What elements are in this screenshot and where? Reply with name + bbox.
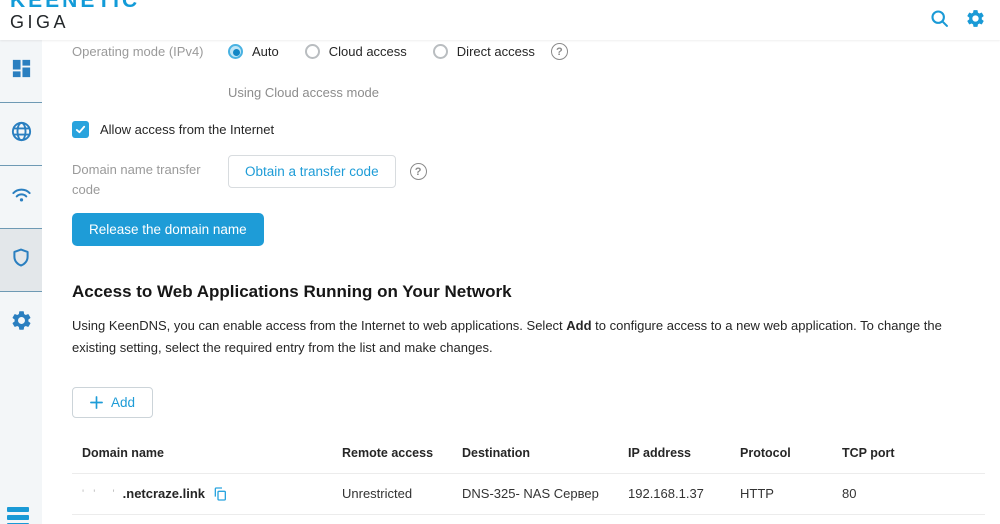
help-icon[interactable]: ? xyxy=(551,43,568,60)
search-icon[interactable] xyxy=(928,7,950,29)
protocol-cell: HTTP xyxy=(730,514,832,524)
column-header-destination: Destination xyxy=(452,434,618,474)
shield-icon xyxy=(10,247,32,274)
radio-direct-access[interactable]: Direct access xyxy=(433,44,535,59)
transfer-code-row: Domain name transfer code Obtain a trans… xyxy=(72,155,985,200)
topbar-actions xyxy=(928,7,986,29)
mode-status-text: Using Cloud access mode xyxy=(228,85,985,100)
radio-cloud-access[interactable]: Cloud access xyxy=(305,44,407,59)
destination-cell: DNS-325- NAS Сервер xyxy=(452,473,618,514)
allow-access-label: Allow access from the Internet xyxy=(100,122,274,137)
allow-access-checkbox-row[interactable]: Allow access from the Internet xyxy=(72,121,985,138)
main-content: Operating mode (IPv4) Auto Cloud access … xyxy=(42,40,1000,524)
column-header-protocol: Protocol xyxy=(730,434,832,474)
webapps-description: Using KeenDNS, you can enable access fro… xyxy=(72,315,985,359)
operating-mode-row: Operating mode (IPv4) Auto Cloud access … xyxy=(72,42,985,62)
ip-address-cell: 192.168.1.37 xyxy=(618,473,730,514)
remote-access-cell: Unrestricted xyxy=(332,473,452,514)
webapps-table: Domain name Remote access Destination IP… xyxy=(72,434,985,524)
operating-mode-label: Operating mode (IPv4) xyxy=(72,42,228,62)
column-header-remote-access: Remote access xyxy=(332,434,452,474)
sidebar-item-internet[interactable] xyxy=(0,102,42,165)
radio-direct-circle[interactable] xyxy=(433,44,448,59)
radio-cloud-circle[interactable] xyxy=(305,44,320,59)
gear-icon[interactable] xyxy=(964,7,986,29)
logo-brand: KEENETIC xyxy=(10,0,140,11)
sidebar-item-security[interactable] xyxy=(0,228,42,291)
tcp-port-cell: 80 xyxy=(832,473,985,514)
sidebar-nav xyxy=(0,40,42,524)
checkbox-checked-icon[interactable] xyxy=(72,121,89,138)
wifi-icon xyxy=(10,183,33,211)
plus-icon xyxy=(90,396,103,409)
radio-auto-label: Auto xyxy=(252,44,279,59)
sidebar-item-dashboard[interactable] xyxy=(0,40,42,102)
globe-icon xyxy=(10,120,33,148)
column-header-domain: Domain name xyxy=(72,434,332,474)
sidebar-spacer xyxy=(0,354,42,524)
remote-access-cell: Unrestricted xyxy=(332,514,452,524)
tcp-port-cell: 80 xyxy=(832,514,985,524)
help-icon[interactable]: ? xyxy=(410,163,427,180)
add-button[interactable]: Add xyxy=(72,387,153,418)
column-header-ip-address: IP address xyxy=(618,434,730,474)
radio-direct-label: Direct access xyxy=(457,44,535,59)
table-header-row: Domain name Remote access Destination IP… xyxy=(72,434,985,474)
transfer-code-label: Domain name transfer code xyxy=(72,155,228,200)
destination-cell: server - Home network xyxy=(452,514,618,524)
column-header-tcp-port: TCP port xyxy=(832,434,985,474)
sidebar-item-wifi[interactable] xyxy=(0,165,42,228)
protocol-cell: HTTP xyxy=(730,473,832,514)
redacted-domain-prefix: ' ' ' xyxy=(82,488,116,500)
ip-address-cell: 192.168.1.128 xyxy=(618,514,730,524)
radio-auto[interactable]: Auto xyxy=(228,44,279,59)
description-text: Using KeenDNS, you can enable access fro… xyxy=(72,318,566,333)
description-bold-add: Add xyxy=(566,318,591,333)
radio-cloud-label: Cloud access xyxy=(329,44,407,59)
add-button-label: Add xyxy=(111,395,135,410)
router-admin-page: KEENETIC GIGA xyxy=(0,0,1000,524)
release-domain-button[interactable]: Release the domain name xyxy=(72,213,264,246)
domain-name: .netcraze.link xyxy=(123,486,205,501)
table-row[interactable]: ' ' ' .netcraze.link Unrestricted DNS-32… xyxy=(72,473,985,514)
sidebar-item-settings[interactable] xyxy=(0,291,42,354)
keenetic-logo: KEENETIC GIGA xyxy=(10,0,140,31)
table-row[interactable]: · ·· · · d.netcraze.link Unrestricted se… xyxy=(72,514,985,524)
top-bar: KEENETIC GIGA xyxy=(0,0,1000,40)
menu-icon[interactable] xyxy=(7,507,29,524)
obtain-transfer-code-button[interactable]: Obtain a transfer code xyxy=(228,155,396,188)
radio-auto-circle[interactable] xyxy=(228,44,243,59)
operating-mode-radio-group: Auto Cloud access Direct access ? xyxy=(228,42,568,60)
domain-cell: ' ' ' .netcraze.link xyxy=(82,486,322,502)
dashboard-icon xyxy=(10,57,33,85)
gear-icon xyxy=(10,309,33,337)
logo-model: GIGA xyxy=(10,13,140,31)
copy-icon[interactable] xyxy=(212,486,228,502)
webapps-section-title: Access to Web Applications Running on Yo… xyxy=(72,282,985,302)
